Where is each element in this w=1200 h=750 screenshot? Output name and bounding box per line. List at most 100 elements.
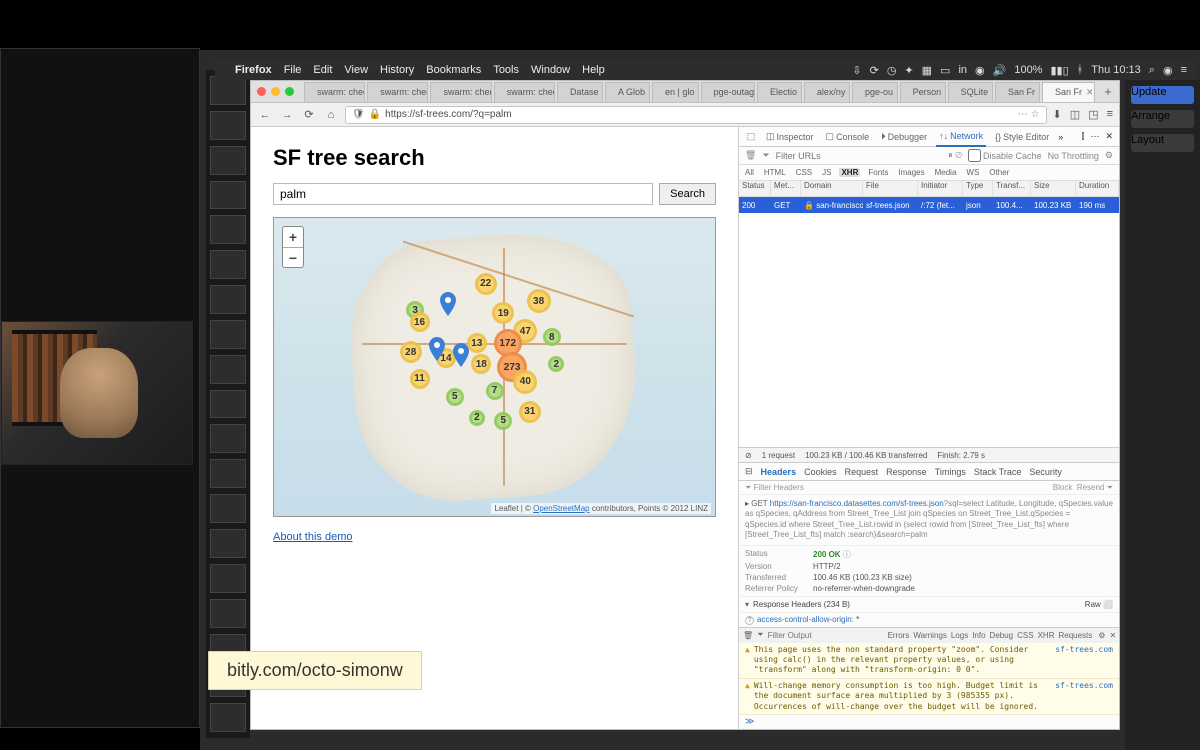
browser-tab[interactable]: swarm: chec xyxy=(494,82,555,102)
map-cluster[interactable]: 5 xyxy=(494,412,512,430)
menu-edit[interactable]: Edit xyxy=(313,64,332,76)
detail-tab-stack[interactable]: Stack Trace xyxy=(974,467,1022,477)
map-cluster[interactable]: 5 xyxy=(446,388,464,406)
console-chip-logs[interactable]: Logs xyxy=(949,631,970,640)
grid-icon[interactable]: ▦ xyxy=(922,64,932,77)
menu-window[interactable]: Window xyxy=(531,64,570,76)
forward-button[interactable]: → xyxy=(279,107,295,123)
tab-style-editor[interactable]: {} Style Editor xyxy=(992,127,1052,147)
network-request-row[interactable]: 200 GET 🔒 san-francisco... sf-trees.json… xyxy=(739,197,1119,213)
throttling-select[interactable]: No Throttling xyxy=(1048,151,1099,161)
browser-tab[interactable]: Person xyxy=(900,82,946,102)
detail-tab-cookies[interactable]: Cookies xyxy=(804,467,837,477)
wifi-icon[interactable]: ◉ xyxy=(975,64,985,77)
map-cluster[interactable]: 7 xyxy=(486,382,504,400)
zoom-out-button[interactable]: − xyxy=(283,247,303,267)
menu-help[interactable]: Help xyxy=(582,64,605,76)
back-button[interactable]: ← xyxy=(257,107,273,123)
tab-console[interactable]: ▢ Console xyxy=(823,127,873,147)
devtools-tabs[interactable]: ⬚ ◫ Inspector ▢ Console ⏵ Debugger ↑↓ Ne… xyxy=(739,127,1119,147)
address-bar[interactable]: 🛡 🔒 https://sf-trees.com/?q=palm ⋯ ☆ xyxy=(345,106,1047,124)
layout-button[interactable]: Layout xyxy=(1131,134,1194,152)
about-demo-link[interactable]: About this demo xyxy=(273,531,353,543)
menu-tools[interactable]: Tools xyxy=(493,64,519,76)
browser-tab[interactable]: swarm: chec xyxy=(367,82,428,102)
type-filter-html[interactable]: HTML xyxy=(762,168,788,177)
linkedin-icon[interactable]: in xyxy=(958,64,967,76)
home-button[interactable]: ⌂ xyxy=(323,107,339,123)
page-actions-icon[interactable]: ⋯ ☆ xyxy=(1018,109,1040,120)
minimize-window-icon[interactable] xyxy=(271,87,280,96)
tab-inspector[interactable]: ◫ Inspector xyxy=(763,127,817,147)
menu-view[interactable]: View xyxy=(344,64,368,76)
close-devtools-icon[interactable]: ✕ xyxy=(1105,131,1113,142)
app-name[interactable]: Firefox xyxy=(235,64,272,76)
search-input[interactable] xyxy=(273,183,653,205)
console-filter-input[interactable] xyxy=(768,631,878,640)
map-cluster[interactable]: 31 xyxy=(519,401,541,423)
console-settings-icon[interactable]: ⚙ xyxy=(1098,631,1105,640)
map-cluster[interactable]: 22 xyxy=(475,273,497,295)
menu-bookmarks[interactable]: Bookmarks xyxy=(426,64,481,76)
tracking-shield-icon[interactable]: 🛡 xyxy=(352,109,365,120)
warning-source-link[interactable]: sf-trees.com xyxy=(1055,645,1113,676)
menu-file[interactable]: File xyxy=(284,64,302,76)
zoom-control[interactable]: + − xyxy=(282,226,304,268)
type-filter-ws[interactable]: WS xyxy=(964,168,981,177)
type-filter-css[interactable]: CSS xyxy=(794,168,814,177)
network-table-header[interactable]: Status Met... Domain File Initiator Type… xyxy=(739,181,1119,197)
tab-network[interactable]: ↑↓ Network xyxy=(936,127,986,147)
console-chip-css[interactable]: CSS xyxy=(1015,631,1035,640)
console-chip-warnings[interactable]: Warnings xyxy=(911,631,949,640)
browser-tab[interactable]: A Glob xyxy=(605,82,650,102)
type-filter-xhr[interactable]: XHR xyxy=(839,168,860,177)
disable-cache-checkbox[interactable] xyxy=(968,149,981,162)
library-icon[interactable]: ◫ xyxy=(1070,108,1080,121)
update-button[interactable]: Update xyxy=(1131,86,1194,104)
map-cluster[interactable]: 11 xyxy=(410,369,430,389)
type-filter-images[interactable]: Images xyxy=(896,168,926,177)
reload-button[interactable]: ⟳ xyxy=(301,107,317,123)
type-filter-media[interactable]: Media xyxy=(933,168,959,177)
clock-icon[interactable]: ◷ xyxy=(887,64,897,77)
console-chip-errors[interactable]: Errors xyxy=(886,631,912,640)
map-pin[interactable] xyxy=(453,343,469,367)
dropbox-icon[interactable]: ⇩ xyxy=(852,64,861,77)
menu-history[interactable]: History xyxy=(380,64,414,76)
detail-tab-request[interactable]: Request xyxy=(845,467,879,477)
map-cluster[interactable]: 2 xyxy=(469,410,485,426)
block-button[interactable]: Block xyxy=(1053,483,1073,492)
details-back-icon[interactable]: ⊟ xyxy=(745,466,753,477)
slide-thumbnails[interactable] xyxy=(206,70,250,738)
overflow-tabs-icon[interactable]: » xyxy=(1058,132,1063,142)
browser-tab[interactable]: Datase xyxy=(557,82,603,102)
tab-strip[interactable]: swarm: checswarm: checswarm: checswarm: … xyxy=(251,81,1119,103)
pick-element-icon[interactable]: ⬚ xyxy=(745,131,757,143)
macos-menubar[interactable]: Firefox File Edit View History Bookmarks… xyxy=(215,60,1195,80)
browser-tab[interactable]: San Fr xyxy=(995,82,1040,102)
devtools-menu-icon[interactable]: ⋯ xyxy=(1090,131,1099,142)
console-trash-icon[interactable]: 🗑 xyxy=(743,631,753,640)
console-chip-requests[interactable]: Requests xyxy=(1056,631,1094,640)
siri-icon[interactable]: ◉ xyxy=(1163,64,1173,77)
leaflet-map[interactable]: + − 223831619471317282814182732114075253… xyxy=(273,217,716,517)
close-window-icon[interactable] xyxy=(257,87,266,96)
search-icon[interactable]: ⌕ xyxy=(1149,64,1155,77)
notifications-icon[interactable]: ≡ xyxy=(1181,64,1187,76)
response-headers-toggle[interactable]: ▾Response Headers (234 B) Raw ⬜ xyxy=(739,597,1119,613)
responsive-icon[interactable]: ⫿ xyxy=(1082,131,1085,142)
console-chip-xhr[interactable]: XHR xyxy=(1036,631,1057,640)
osm-link[interactable]: OpenStreetMap xyxy=(533,504,589,513)
request-type-filter[interactable]: AllHTMLCSSJSXHRFontsImagesMediaWSOther xyxy=(739,165,1119,181)
browser-tab[interactable]: SQLite xyxy=(948,82,993,102)
sync-icon[interactable]: ⟳ xyxy=(870,64,879,77)
map-cluster[interactable]: 38 xyxy=(527,289,551,313)
browser-tab[interactable]: en | glo xyxy=(652,82,699,102)
map-cluster[interactable]: 13 xyxy=(467,333,487,353)
evernote-icon[interactable]: ✦ xyxy=(904,64,913,77)
browser-tab[interactable]: swarm: chec xyxy=(304,82,365,102)
bluetooth-icon[interactable]: ᚼ xyxy=(1077,64,1084,76)
detail-tab-security[interactable]: Security xyxy=(1029,467,1062,477)
clock[interactable]: Thu 10:13 xyxy=(1091,64,1141,76)
resend-button[interactable]: Resend xyxy=(1077,483,1105,492)
